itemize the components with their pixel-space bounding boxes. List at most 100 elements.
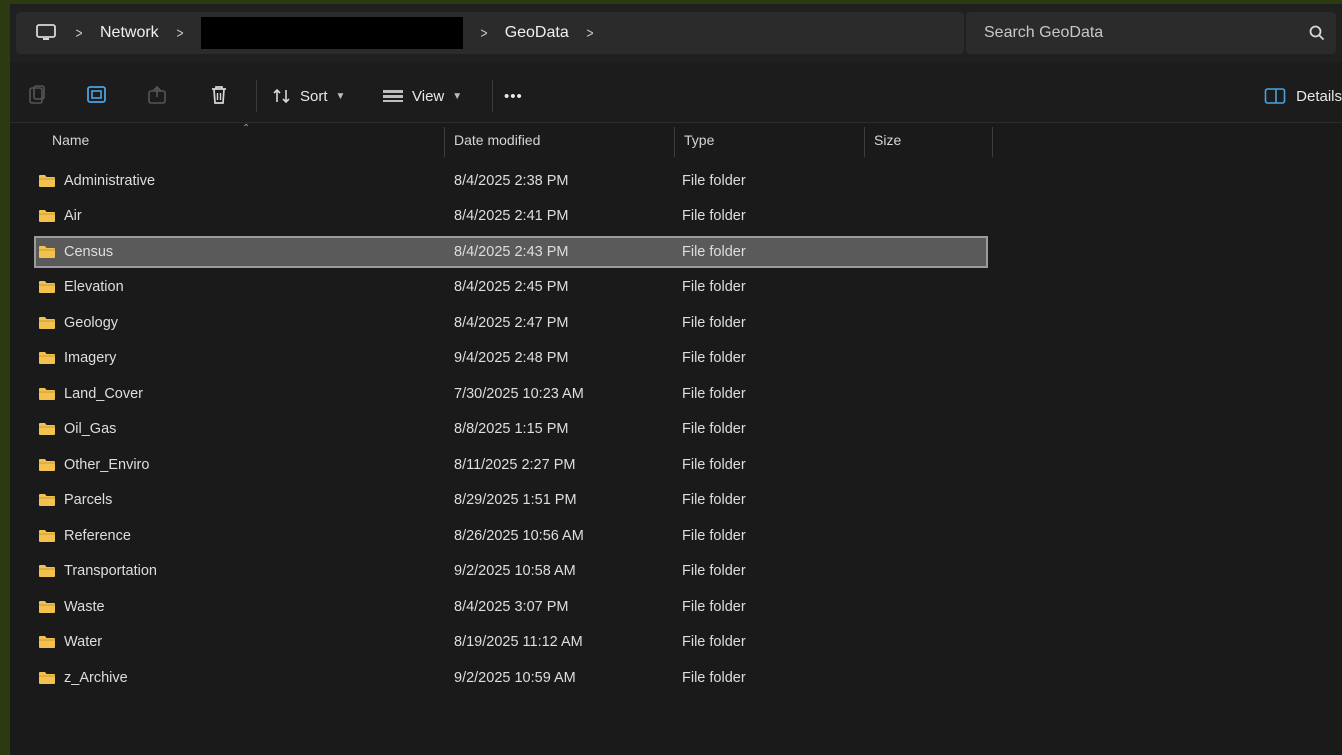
file-date: 8/8/2025 1:15 PM <box>454 421 569 437</box>
file-name: Transportation <box>64 563 157 579</box>
file-date: 8/4/2025 2:43 PM <box>454 244 569 260</box>
file-list: ⌃ Name Date modified Type Size Administr… <box>10 122 1342 755</box>
file-date: 7/30/2025 10:23 AM <box>454 386 584 402</box>
folder-icon <box>38 422 56 436</box>
file-date: 8/29/2025 1:51 PM <box>454 492 577 508</box>
breadcrumb-geodata[interactable]: GeoData <box>499 24 575 42</box>
chevron-down-icon: ▼ <box>452 90 463 102</box>
list-item[interactable]: Geology 8/4/2025 2:47 PM File folder <box>34 307 988 339</box>
file-date: 8/4/2025 2:45 PM <box>454 279 569 295</box>
list-item[interactable]: Reference 8/26/2025 10:56 AM File folder <box>34 520 988 552</box>
list-item[interactable]: Waste 8/4/2025 3:07 PM File folder <box>34 591 988 623</box>
list-item[interactable]: Other_Enviro 8/11/2025 2:27 PM File fold… <box>34 449 988 481</box>
column-divider[interactable] <box>864 127 865 157</box>
view-button[interactable]: View ▼ <box>382 82 462 110</box>
search-input[interactable]: Search GeoData <box>984 24 1308 42</box>
list-item[interactable]: Air 8/4/2025 2:41 PM File folder <box>34 200 988 232</box>
file-name: Waste <box>64 599 105 615</box>
file-type: File folder <box>682 244 746 260</box>
cut-icon[interactable] <box>24 82 50 108</box>
breadcrumb-chevron-icon[interactable]: > <box>472 25 496 42</box>
list-item[interactable]: Oil_Gas 8/8/2025 1:15 PM File folder <box>34 413 988 445</box>
column-divider[interactable] <box>674 127 675 157</box>
file-name: Administrative <box>64 173 156 189</box>
column-divider[interactable] <box>992 127 993 157</box>
list-item[interactable]: Transportation 9/2/2025 10:58 AM File fo… <box>34 555 988 587</box>
column-header-type[interactable]: Type <box>684 123 714 157</box>
folder-icon <box>38 351 56 365</box>
file-name: Other_Enviro <box>64 457 150 473</box>
file-type: File folder <box>682 421 746 437</box>
file-explorer-window: > Network > > GeoData > Search GeoData S… <box>10 4 1342 755</box>
file-name: Air <box>64 208 82 224</box>
address-bar[interactable]: > Network > > GeoData > <box>16 12 964 54</box>
file-date: 9/2/2025 10:59 AM <box>454 670 576 686</box>
file-type: File folder <box>682 350 746 366</box>
list-item-selected[interactable]: Census 8/4/2025 2:43 PM File folder <box>34 236 988 268</box>
file-name: Land_Cover <box>64 386 143 402</box>
folder-icon <box>38 600 56 614</box>
list-item[interactable]: Water 8/19/2025 11:12 AM File folder <box>34 626 988 658</box>
file-name: Water <box>64 634 103 650</box>
folder-icon <box>38 209 56 223</box>
file-type: File folder <box>682 599 746 615</box>
file-name: Parcels <box>64 492 113 508</box>
breadcrumb-network[interactable]: Network <box>94 24 165 42</box>
file-name: z_Archive <box>64 670 128 686</box>
file-date: 8/26/2025 10:56 AM <box>454 528 584 544</box>
file-name: Reference <box>64 528 131 544</box>
file-type: File folder <box>682 563 746 579</box>
list-item[interactable]: z_Archive 9/2/2025 10:59 AM File folder <box>34 662 988 694</box>
list-item[interactable]: Elevation 8/4/2025 2:45 PM File folder <box>34 271 988 303</box>
details-pane-button[interactable]: Details <box>1264 82 1342 110</box>
view-icon <box>383 90 403 102</box>
folder-icon <box>38 493 56 507</box>
file-type: File folder <box>682 670 746 686</box>
list-item[interactable]: Parcels 8/29/2025 1:51 PM File folder <box>34 484 988 516</box>
file-name: Imagery <box>64 350 117 366</box>
folder-icon <box>38 174 56 188</box>
breadcrumb-chevron-icon[interactable]: > <box>578 25 602 42</box>
list-item[interactable]: Land_Cover 7/30/2025 10:23 AM File folde… <box>34 378 988 410</box>
folder-icon <box>38 529 56 543</box>
file-type: File folder <box>682 457 746 473</box>
this-pc-icon[interactable] <box>34 21 58 45</box>
share-icon[interactable] <box>144 82 170 108</box>
file-date: 8/4/2025 2:41 PM <box>454 208 569 224</box>
file-name: Geology <box>64 315 119 331</box>
sort-ascending-icon: ⌃ <box>242 123 251 134</box>
folder-icon <box>38 635 56 649</box>
view-label: View <box>412 87 445 105</box>
file-type: File folder <box>682 208 746 224</box>
more-options-button[interactable]: ••• <box>504 82 523 110</box>
column-header-size[interactable]: Size <box>874 123 901 157</box>
redacted-breadcrumb <box>200 17 463 49</box>
column-divider[interactable] <box>444 127 445 157</box>
folder-icon <box>38 245 56 259</box>
list-item[interactable]: Administrative 8/4/2025 2:38 PM File fol… <box>34 165 988 197</box>
breadcrumb-chevron-icon[interactable]: > <box>67 25 91 42</box>
sort-icon <box>273 88 290 104</box>
file-date: 8/19/2025 11:12 AM <box>454 634 583 650</box>
file-type: File folder <box>682 492 746 508</box>
file-name: Elevation <box>64 279 124 295</box>
column-header-name[interactable]: Name <box>52 123 89 157</box>
file-type: File folder <box>682 173 746 189</box>
copy-icon[interactable] <box>84 82 110 108</box>
folder-icon <box>38 564 56 578</box>
file-type: File folder <box>682 634 746 650</box>
breadcrumb-chevron-icon[interactable]: > <box>168 25 192 42</box>
command-bar: Sort ▼ View ▼ ••• Details <box>10 70 1342 122</box>
folder-icon <box>38 316 56 330</box>
file-date: 9/2/2025 10:58 AM <box>454 563 576 579</box>
toolbar-divider <box>492 80 493 112</box>
sort-label: Sort <box>300 87 328 105</box>
search-box[interactable]: Search GeoData <box>966 12 1336 54</box>
file-date: 9/4/2025 2:48 PM <box>454 350 569 366</box>
file-type: File folder <box>682 315 746 331</box>
delete-icon[interactable] <box>206 82 232 108</box>
list-item[interactable]: Imagery 9/4/2025 2:48 PM File folder <box>34 342 988 374</box>
column-header-date[interactable]: Date modified <box>454 123 540 157</box>
sort-button[interactable]: Sort ▼ <box>272 82 345 110</box>
search-icon[interactable] <box>1308 24 1326 42</box>
